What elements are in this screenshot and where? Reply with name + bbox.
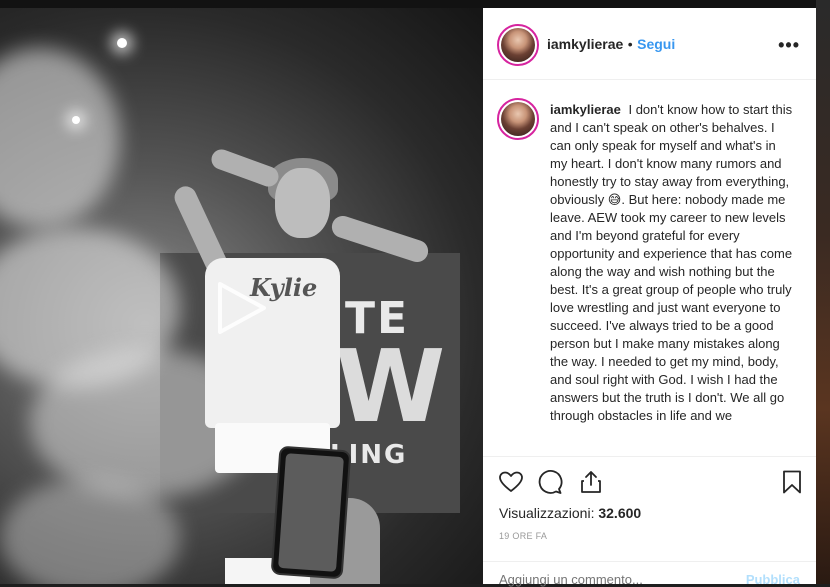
post-photo[interactable]: TE W LING Kylie xyxy=(0,8,483,584)
comment-input[interactable] xyxy=(499,572,719,587)
publish-button[interactable]: Pubblica xyxy=(746,572,800,587)
caption: iamkylierae I don't know how to start th… xyxy=(550,101,795,425)
header-username[interactable]: iamkylierae xyxy=(547,36,623,52)
avatar[interactable] xyxy=(497,24,539,66)
post-header: iamkylierae • Segui ••• xyxy=(483,8,816,80)
caption-username[interactable]: iamkylierae xyxy=(550,102,621,117)
separator-dot: • xyxy=(627,36,633,52)
caption-text: I don't know how to start this and I can… xyxy=(550,102,793,423)
comment-icon[interactable] xyxy=(537,469,563,495)
actions-section: Visualizzazioni: 32.600 19 ORE FA Pubbli… xyxy=(483,456,816,587)
phone xyxy=(270,445,352,580)
share-icon[interactable] xyxy=(578,469,604,495)
comments-list[interactable]: iamkylierae I don't know how to start th… xyxy=(483,80,816,456)
post-timestamp[interactable]: 19 ORE FA xyxy=(499,531,547,541)
heart-icon[interactable] xyxy=(498,469,524,495)
follow-button[interactable]: Segui xyxy=(637,36,675,52)
post-sidebar: iamkylierae • Segui ••• iamkylierae I do… xyxy=(483,8,816,587)
views-label: Visualizzazioni: xyxy=(499,505,595,521)
bookmark-icon[interactable] xyxy=(779,469,805,495)
views-count[interactable]: Visualizzazioni: 32.600 xyxy=(499,505,641,521)
banner-text-middle: W xyxy=(335,328,448,445)
overlay-backdrop xyxy=(0,0,830,8)
head xyxy=(275,168,330,238)
stage-light xyxy=(72,116,80,124)
comment-form: Pubblica xyxy=(483,561,816,587)
overlay-backdrop-right xyxy=(816,0,830,584)
play-icon[interactable] xyxy=(212,278,272,338)
more-icon[interactable]: ••• xyxy=(778,35,800,56)
arm xyxy=(208,146,282,190)
views-value: 32.600 xyxy=(598,505,642,521)
smoke xyxy=(0,48,120,228)
stage-light xyxy=(117,38,127,48)
caption-avatar[interactable] xyxy=(497,98,539,140)
